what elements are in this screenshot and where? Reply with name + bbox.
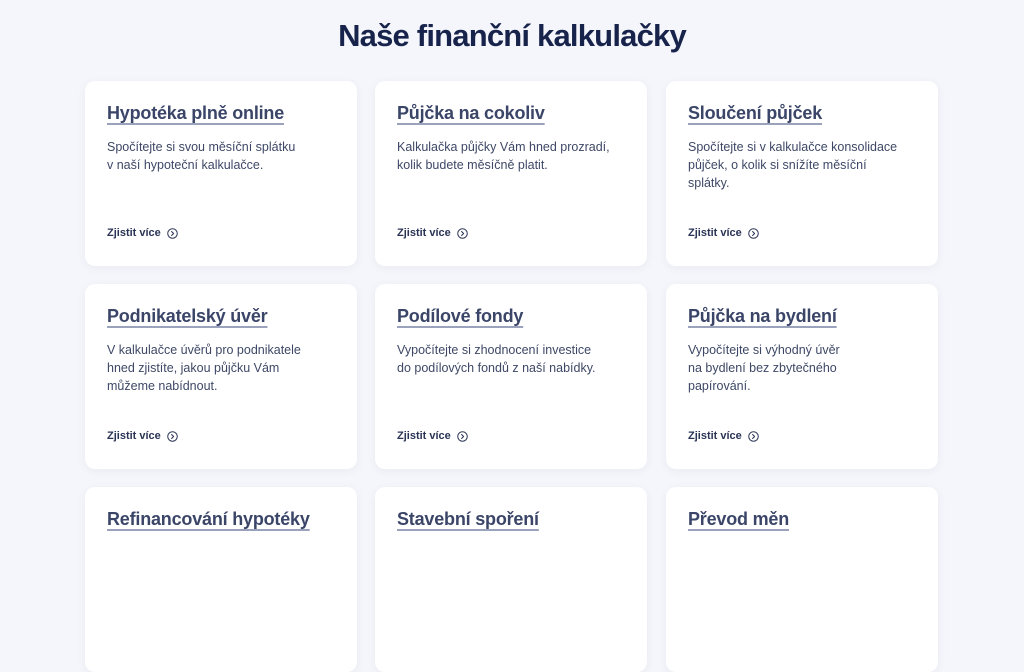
- learn-more-label: Zjistit více: [397, 430, 451, 442]
- learn-more-label: Zjistit více: [107, 430, 161, 442]
- circled-chevron-right-icon: [167, 227, 178, 239]
- learn-more-link[interactable]: Zjistit více: [397, 430, 468, 442]
- card-description: Spočítejte si v kalkulačce konsolidace p…: [688, 140, 898, 190]
- card-title[interactable]: Podnikatelský úvěr: [107, 306, 268, 327]
- card-description: Kalkulačka půjčky Vám hned prozradí, kol…: [397, 140, 610, 172]
- card-description: V kalkulačce úvěrů pro podnikatele hned …: [107, 343, 301, 393]
- card-title[interactable]: Hypotéka plně online: [107, 103, 284, 124]
- learn-more-label: Zjistit více: [107, 227, 161, 239]
- card-title[interactable]: Půjčka na cokoliv: [397, 103, 545, 124]
- calculator-card-currency-exchange[interactable]: Převod měn: [666, 487, 938, 672]
- card-title[interactable]: Sloučení půjček: [688, 103, 822, 124]
- calculator-card-mortgage[interactable]: Hypotéka plně online Spočítejte si svou …: [85, 81, 357, 266]
- card-description: Spočítejte si svou měsíční splátku v naš…: [107, 140, 296, 172]
- page-title: Naše finanční kalkulačky: [338, 18, 687, 53]
- calculator-card-mortgage-refinancing[interactable]: Refinancování hypotéky: [85, 487, 357, 672]
- card-title[interactable]: Podílové fondy: [397, 306, 523, 327]
- learn-more-label: Zjistit více: [688, 430, 742, 442]
- learn-more-link[interactable]: Zjistit více: [688, 227, 759, 239]
- card-title[interactable]: Půjčka na bydlení: [688, 306, 837, 327]
- circled-chevron-right-icon: [748, 430, 759, 442]
- calculator-card-building-savings[interactable]: Stavební spoření: [375, 487, 647, 672]
- card-title[interactable]: Refinancování hypotéky: [107, 509, 310, 530]
- learn-more-link[interactable]: Zjistit více: [688, 430, 759, 442]
- calculator-card-loan[interactable]: Půjčka na cokoliv Kalkulačka půjčky Vám …: [375, 81, 647, 266]
- calculator-card-mutual-funds[interactable]: Podílové fondy Vypočítejte si zhodnocení…: [375, 284, 647, 469]
- circled-chevron-right-icon: [167, 430, 178, 442]
- card-description: Vypočítejte si výhodný úvěr na bydlení b…: [688, 343, 840, 393]
- learn-more-label: Zjistit více: [688, 227, 742, 239]
- card-title[interactable]: Stavební spoření: [397, 509, 539, 530]
- learn-more-link[interactable]: Zjistit více: [107, 227, 178, 239]
- calculator-card-housing-loan[interactable]: Půjčka na bydlení Vypočítejte si výhodný…: [666, 284, 938, 469]
- learn-more-link[interactable]: Zjistit více: [397, 227, 468, 239]
- circled-chevron-right-icon: [457, 430, 468, 442]
- calculator-card-consolidation[interactable]: Sloučení půjček Spočítejte si v kalkulač…: [666, 81, 938, 266]
- card-description: Vypočítejte si zhodnocení investice do p…: [397, 343, 596, 375]
- circled-chevron-right-icon: [748, 227, 759, 239]
- card-title[interactable]: Převod měn: [688, 509, 789, 530]
- learn-more-link[interactable]: Zjistit více: [107, 430, 178, 442]
- learn-more-label: Zjistit více: [397, 227, 451, 239]
- circled-chevron-right-icon: [457, 227, 468, 239]
- calculator-card-business-loan[interactable]: Podnikatelský úvěr V kalkulačce úvěrů pr…: [85, 284, 357, 469]
